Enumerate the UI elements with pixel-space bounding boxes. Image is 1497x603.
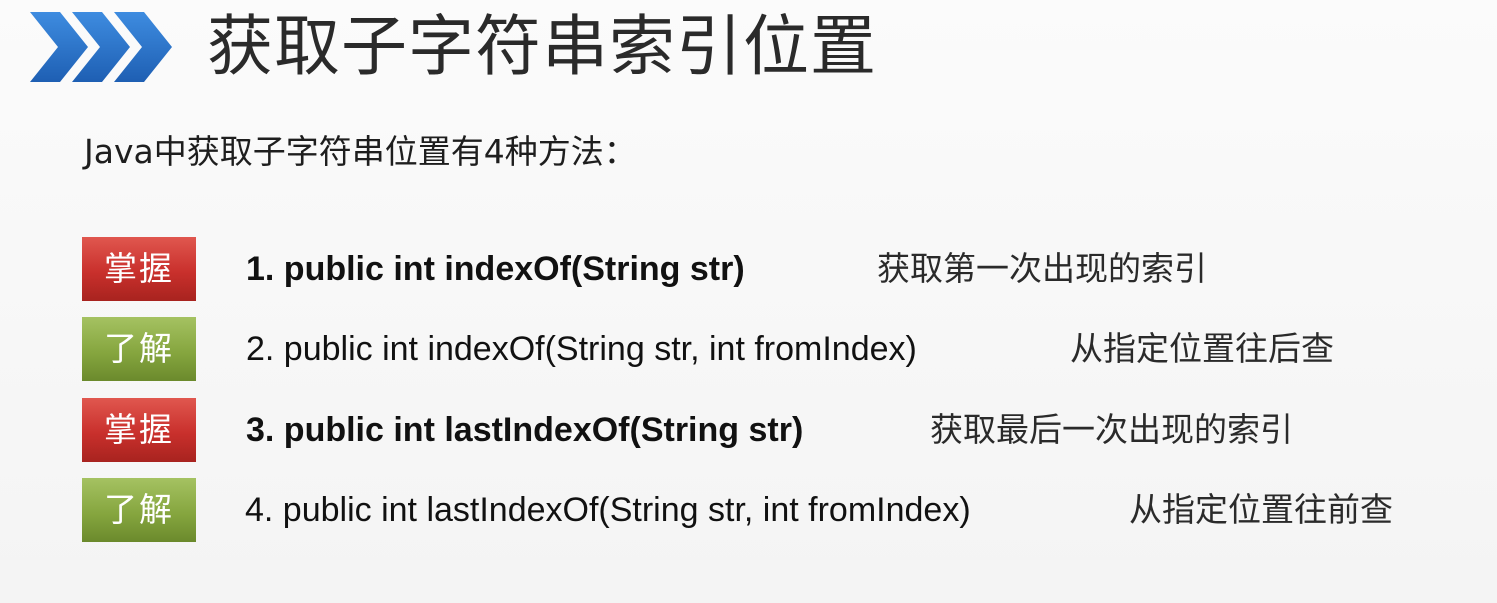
triple-chevron-right-icon bbox=[30, 12, 172, 82]
method-description: 从指定位置往后查 bbox=[1070, 329, 1334, 368]
intro-text: Java中获取子字符串位置有4种方法： bbox=[84, 132, 637, 171]
slide: 获取子字符串索引位置 Java中获取子字符串位置有4种方法： 掌握 1. pub… bbox=[0, 0, 1497, 603]
level-badge: 了解 bbox=[82, 478, 196, 542]
list-item: 了解 2. public int indexOf(String str, int… bbox=[82, 317, 1482, 381]
list-item: 了解 4. public int lastIndexOf(String str,… bbox=[82, 478, 1482, 542]
method-description: 从指定位置往前查 bbox=[1129, 490, 1393, 529]
level-badge: 掌握 bbox=[82, 237, 196, 301]
method-signature: 3. public int lastIndexOf(String str) bbox=[246, 411, 804, 449]
level-badge: 掌握 bbox=[82, 398, 196, 462]
level-badge: 了解 bbox=[82, 317, 196, 381]
list-item: 掌握 1. public int indexOf(String str) 获取第… bbox=[82, 237, 1482, 301]
method-description: 获取第一次出现的索引 bbox=[877, 249, 1207, 288]
method-description: 获取最后一次出现的索引 bbox=[930, 410, 1293, 449]
method-signature: 4. public int lastIndexOf(String str, in… bbox=[245, 491, 971, 529]
list-item: 掌握 3. public int lastIndexOf(String str)… bbox=[82, 398, 1482, 462]
method-signature: 2. public int indexOf(String str, int fr… bbox=[246, 330, 917, 368]
method-signature: 1. public int indexOf(String str) bbox=[246, 250, 745, 288]
page-title: 获取子字符串索引位置 bbox=[207, 8, 877, 85]
